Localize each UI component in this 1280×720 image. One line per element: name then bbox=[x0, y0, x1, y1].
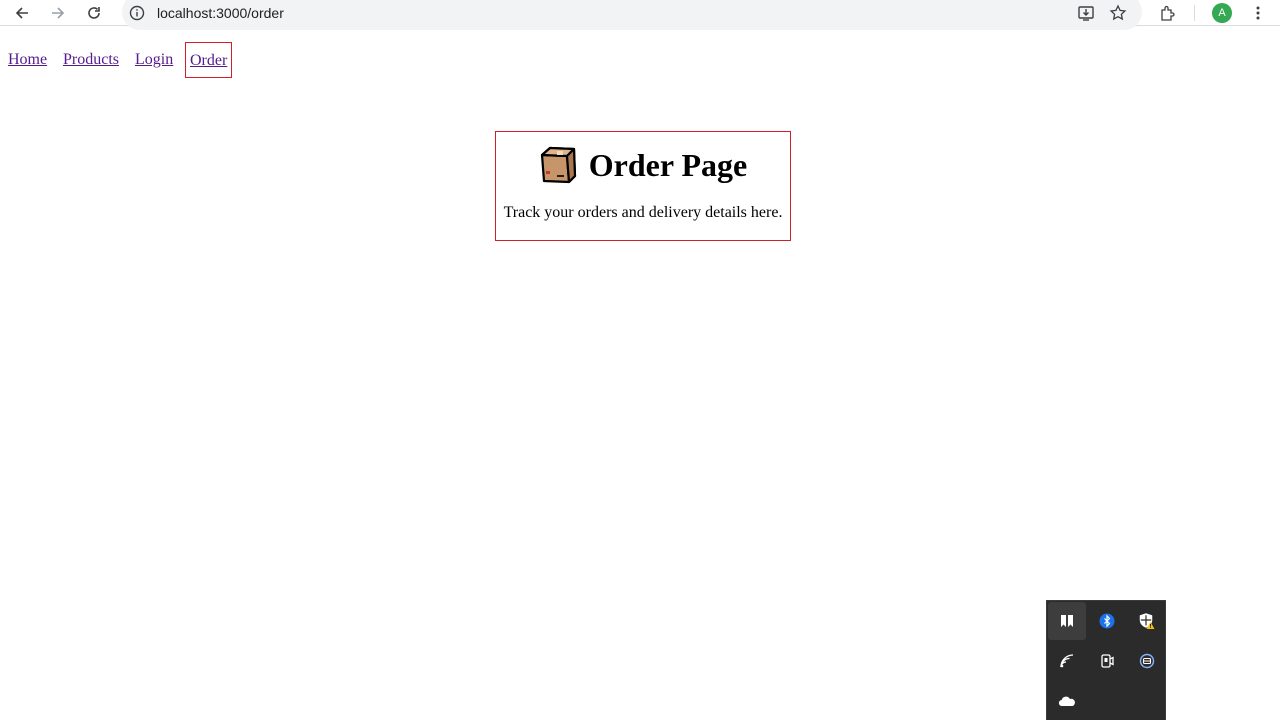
tray-item-camera[interactable] bbox=[1088, 642, 1126, 680]
tray-item-security[interactable] bbox=[1128, 602, 1166, 640]
install-icon bbox=[1078, 6, 1094, 21]
toolbar-divider bbox=[1194, 5, 1195, 21]
back-button[interactable] bbox=[10, 1, 34, 25]
system-tray-flyout bbox=[1046, 600, 1166, 720]
info-icon bbox=[129, 5, 145, 21]
nav-link-home[interactable]: Home bbox=[8, 42, 47, 78]
browser-toolbar: localhost:3000/order A bbox=[0, 0, 1280, 30]
snip-icon bbox=[1061, 615, 1073, 627]
site-nav: Home Products Login Order bbox=[0, 42, 400, 78]
tray-item-vpn[interactable] bbox=[1128, 642, 1166, 680]
puzzle-icon bbox=[1161, 5, 1175, 21]
reload-button[interactable] bbox=[82, 1, 106, 25]
tray-item-wifi[interactable] bbox=[1048, 642, 1086, 680]
reload-icon bbox=[88, 7, 100, 19]
forward-button[interactable] bbox=[46, 1, 70, 25]
nav-link-order[interactable]: Order bbox=[185, 42, 233, 78]
card-heading: Order Page bbox=[496, 144, 790, 186]
page-title: Order Page bbox=[588, 146, 748, 183]
onedrive-icon bbox=[1058, 696, 1075, 707]
vpn-icon bbox=[1139, 653, 1155, 669]
url-text[interactable]: localhost:3000/order bbox=[157, 3, 284, 23]
tray-item-snip[interactable] bbox=[1048, 602, 1086, 640]
tray-item-bluetooth[interactable] bbox=[1088, 602, 1126, 640]
install-app-button[interactable] bbox=[1074, 1, 1098, 25]
order-card: Order Page Track your orders and deliver… bbox=[495, 131, 791, 241]
bluetooth-icon bbox=[1099, 613, 1115, 629]
arrow-right-icon bbox=[52, 7, 65, 19]
menu-button[interactable] bbox=[1246, 1, 1270, 25]
nav-link-login[interactable]: Login bbox=[135, 42, 173, 78]
nav-link-products[interactable]: Products bbox=[63, 42, 119, 78]
site-info-button[interactable] bbox=[128, 4, 146, 22]
tray-item-onedrive[interactable] bbox=[1048, 682, 1086, 720]
kebab-menu-icon bbox=[1256, 6, 1260, 20]
arrow-left-icon bbox=[15, 7, 28, 19]
security-warning-icon bbox=[1139, 613, 1155, 629]
bookmark-button[interactable] bbox=[1106, 1, 1130, 25]
profile-avatar[interactable]: A bbox=[1212, 3, 1232, 23]
extensions-button[interactable] bbox=[1156, 1, 1180, 25]
star-icon bbox=[1109, 4, 1127, 21]
page-description: Track your orders and delivery details h… bbox=[503, 204, 783, 221]
wifi-icon bbox=[1060, 654, 1074, 668]
camera-icon bbox=[1101, 654, 1114, 668]
package-icon bbox=[540, 146, 576, 184]
